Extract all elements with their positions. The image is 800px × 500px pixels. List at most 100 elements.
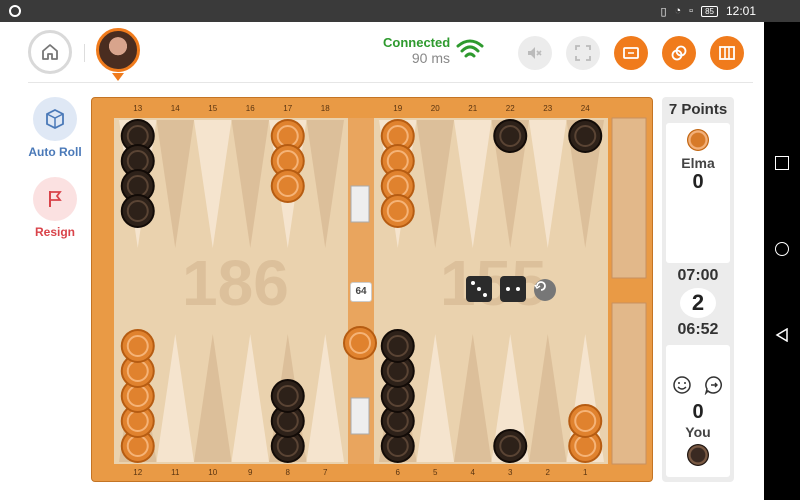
point-number-bottom: 2 <box>545 468 550 477</box>
auto-roll-label: Auto Roll <box>28 145 82 159</box>
point-number-top: 15 <box>208 104 218 113</box>
point-number-top: 19 <box>393 104 403 113</box>
opponent-checker-icon <box>687 129 709 151</box>
flag-icon <box>33 177 77 221</box>
system-nav-bar <box>764 22 800 500</box>
fullscreen-icon <box>575 45 591 61</box>
wifi-status-icon: ◔ <box>674 5 682 17</box>
point-number-top: 20 <box>430 104 440 113</box>
score-panel: 7 Points Elma 0 07:00 2 06:52 0 You <box>662 97 734 482</box>
dark-checker <box>120 194 155 228</box>
header-separator <box>28 82 753 83</box>
bearoff-tray-bottom <box>611 302 647 465</box>
mute-button[interactable] <box>518 36 552 70</box>
player-score-card: 0 You <box>666 345 730 477</box>
connection-status: Connected <box>383 35 451 50</box>
point-number-bottom: 11 <box>171 468 180 477</box>
dark-checker <box>493 119 528 153</box>
battery-indicator: 85 <box>701 5 718 17</box>
point-number-top: 23 <box>543 104 553 113</box>
point-number-top: 14 <box>170 104 180 113</box>
recents-button[interactable] <box>775 156 789 170</box>
fullscreen-button[interactable] <box>566 36 600 70</box>
game-screen: Connected 90 ms Auto Roll Resign 186 155… <box>0 22 764 500</box>
point-number-bottom: 1 <box>583 468 588 477</box>
orange-checker <box>568 404 603 438</box>
player-pip-count: 155 <box>440 247 547 319</box>
opponent-clock: 07:00 <box>677 267 719 284</box>
hinge-bottom <box>350 397 370 435</box>
point-number-top: 24 <box>580 104 590 113</box>
back-button[interactable] <box>775 327 789 343</box>
orange-checker <box>380 194 415 228</box>
point-number-top: 16 <box>245 104 255 113</box>
point-number-bottom: 4 <box>470 468 475 477</box>
match-length: 7 Points <box>668 101 728 118</box>
player-checker-icon <box>687 444 709 466</box>
orange-checker <box>270 169 305 203</box>
point-number-bottom: 7 <box>323 468 328 477</box>
point-number-top: 21 <box>468 104 478 113</box>
board-icon <box>719 46 735 60</box>
dice-icon <box>33 97 77 141</box>
chrome-icon <box>9 5 21 17</box>
point-number-top: 22 <box>505 104 515 113</box>
point-number-bottom: 6 <box>395 468 400 477</box>
chat-icon[interactable] <box>704 375 724 395</box>
board-style-button[interactable] <box>710 36 744 70</box>
point-number-bottom: 8 <box>285 468 290 477</box>
home-icon <box>42 44 58 60</box>
point-number-bottom: 12 <box>133 468 143 477</box>
resign-button[interactable]: Resign <box>20 177 90 239</box>
hinge-top <box>350 185 370 223</box>
orange-checker <box>120 329 155 363</box>
chat-screen-button[interactable] <box>614 36 648 70</box>
home-button[interactable] <box>28 30 72 74</box>
opponent-avatar[interactable] <box>96 28 140 81</box>
home-nav-button[interactable] <box>775 242 789 256</box>
emoji-icon[interactable] <box>672 375 692 395</box>
header-divider <box>84 44 85 62</box>
backgammon-board[interactable]: 186 155 64 13 14 15 16 17 18 19 20 21 22 23 24 12 11 1… <box>91 97 653 482</box>
opponent-score: 0 <box>692 171 704 193</box>
dark-checker <box>568 119 603 153</box>
screen-icon <box>623 47 639 59</box>
mute-icon <box>528 47 542 59</box>
point-number-bottom: 5 <box>433 468 438 477</box>
bearoff-tray-top <box>611 117 647 279</box>
player-clock: 06:52 <box>677 321 719 338</box>
game-number: 2 <box>680 288 716 318</box>
sim-icon: ▫ <box>689 5 694 17</box>
point-number-top: 17 <box>283 104 293 113</box>
undo-button[interactable] <box>534 279 556 301</box>
doubling-cube[interactable]: 64 <box>350 282 372 302</box>
connection-info: Connected 90 ms <box>383 35 451 67</box>
die-1[interactable] <box>466 276 492 302</box>
point-number-top: 18 <box>320 104 330 113</box>
point-number-bottom: 3 <box>508 468 513 477</box>
status-bar: ▯ ◔ ▫ 85 12:01 <box>0 0 800 22</box>
wifi-icon <box>456 39 484 58</box>
point-number-bottom: 10 <box>208 468 218 477</box>
dark-checker <box>380 329 415 363</box>
opponent-pip-count: 186 <box>182 247 289 319</box>
die-2[interactable] <box>500 276 526 302</box>
checker-style-button[interactable] <box>662 36 696 70</box>
checkers-icon <box>671 45 687 61</box>
player-score: 0 <box>692 401 704 423</box>
opponent-name: Elma <box>681 155 715 171</box>
ping-value: 90 ms <box>411 50 450 66</box>
clock: 12:01 <box>725 4 756 18</box>
undo-icon <box>534 281 546 291</box>
orange-checker <box>343 326 377 360</box>
point-number-bottom: 9 <box>248 468 253 477</box>
opponent-score-card: Elma 0 <box>666 123 730 263</box>
auto-roll-button[interactable]: Auto Roll <box>20 97 90 159</box>
dark-checker <box>493 429 528 463</box>
player-name: You <box>685 424 711 440</box>
resign-label: Resign <box>34 225 75 239</box>
dark-checker <box>270 379 305 413</box>
point-number-top: 13 <box>133 104 143 113</box>
board-surface <box>114 117 647 465</box>
vibrate-icon: ▯ <box>660 5 667 18</box>
